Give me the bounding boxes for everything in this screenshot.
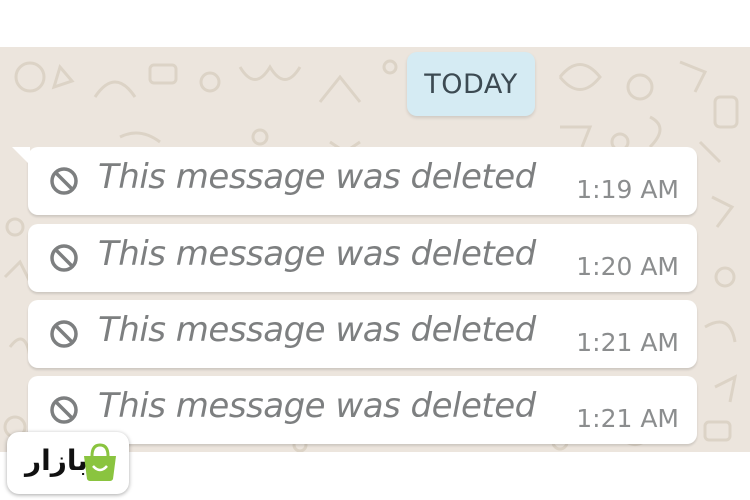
message-bubble[interactable]: This message was deleted 1:20 AM bbox=[28, 224, 697, 292]
message-bubble[interactable]: This message was deleted 1:21 AM bbox=[28, 300, 697, 368]
message-time: 1:19 AM bbox=[576, 175, 679, 204]
message-text: This message was deleted bbox=[98, 310, 536, 350]
shopping-bag-icon bbox=[84, 443, 116, 481]
message-text: This message was deleted bbox=[98, 234, 536, 274]
message-text: This message was deleted bbox=[98, 386, 536, 426]
message-time: 1:21 AM bbox=[576, 404, 679, 433]
brand-text: بازار bbox=[25, 444, 88, 477]
ban-icon bbox=[50, 244, 78, 272]
ban-icon bbox=[50, 320, 78, 348]
message-bubble[interactable]: This message was deleted 1:19 AM bbox=[12, 147, 697, 215]
ban-icon bbox=[50, 167, 78, 195]
message-bubble[interactable]: This message was deleted 1:21 AM bbox=[28, 376, 697, 444]
bazaar-watermark: بازار bbox=[7, 432, 129, 494]
message-time: 1:21 AM bbox=[576, 328, 679, 357]
bubble-tail bbox=[12, 147, 30, 165]
date-chip: TODAY bbox=[407, 52, 535, 116]
message-time: 1:20 AM bbox=[576, 252, 679, 281]
ban-icon bbox=[50, 396, 78, 424]
message-text: This message was deleted bbox=[98, 157, 536, 197]
